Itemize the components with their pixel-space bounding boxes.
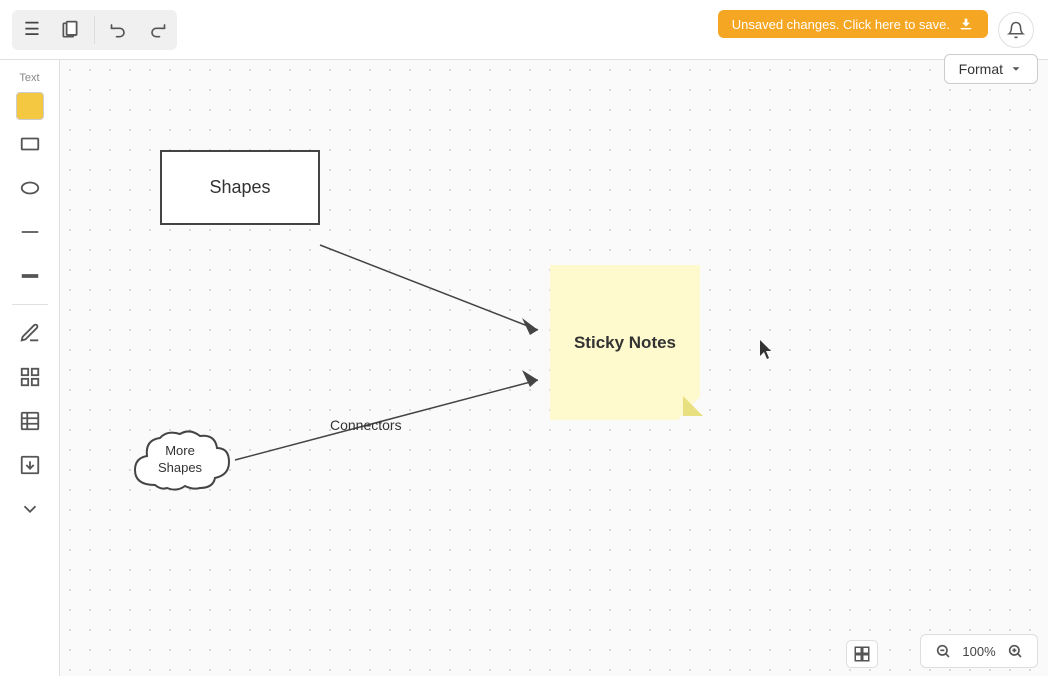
- zoom-out-button[interactable]: [931, 639, 955, 663]
- zoom-out-icon: [935, 643, 951, 659]
- import-tool[interactable]: [10, 445, 50, 485]
- sticky-note[interactable]: Sticky Notes: [550, 265, 700, 420]
- rectangle-tool[interactable]: [10, 124, 50, 164]
- draw-tool[interactable]: [10, 313, 50, 353]
- bell-icon: [1007, 21, 1025, 39]
- format-button[interactable]: Format: [944, 54, 1038, 84]
- redo-button[interactable]: [139, 12, 175, 48]
- menu-button[interactable]: ☰: [14, 12, 50, 48]
- format-label: Format: [959, 61, 1003, 77]
- chevron-down-icon: [1009, 62, 1023, 76]
- bell-button[interactable]: [998, 12, 1034, 48]
- sticky-note-label: Sticky Notes: [574, 331, 676, 355]
- more-tools-button[interactable]: [10, 489, 50, 529]
- zoom-controls: 100%: [920, 634, 1038, 668]
- shapes-box[interactable]: Shapes: [160, 150, 320, 225]
- canvas[interactable]: Connectors Shapes Sticky Notes MoreShape…: [60, 60, 1048, 676]
- sidebar-divider-1: [12, 304, 48, 305]
- table-tool[interactable]: [10, 401, 50, 441]
- more-shapes[interactable]: MoreShapes: [125, 420, 235, 500]
- toolbar-divider-1: [94, 16, 95, 44]
- pages-button[interactable]: [52, 12, 88, 48]
- toolbar-main-group: ☰: [12, 10, 177, 50]
- unsaved-text: Unsaved changes. Click here to save.: [732, 17, 950, 32]
- map-icon: [853, 645, 871, 663]
- zoom-in-icon: [1007, 643, 1023, 659]
- more-shapes-label: MoreShapes: [158, 443, 202, 477]
- map-button[interactable]: [846, 640, 878, 668]
- sticky-note-corner: [683, 396, 703, 416]
- save-icon: [958, 16, 974, 32]
- svg-text:Connectors: Connectors: [330, 417, 402, 433]
- color-swatch[interactable]: [16, 92, 44, 120]
- line-tool[interactable]: [10, 212, 50, 252]
- unsaved-changes-banner[interactable]: Unsaved changes. Click here to save.: [718, 10, 988, 38]
- shapes-label: Shapes: [209, 177, 270, 198]
- shapes-library-tool[interactable]: [10, 357, 50, 397]
- text-tool-label: Text: [19, 72, 39, 84]
- zoom-in-button[interactable]: [1003, 639, 1027, 663]
- undo-button[interactable]: [101, 12, 137, 48]
- sidebar: Text: [0, 60, 60, 676]
- ellipse-tool[interactable]: [10, 168, 50, 208]
- zoom-level: 100%: [959, 644, 999, 659]
- thick-line-tool[interactable]: [10, 256, 50, 296]
